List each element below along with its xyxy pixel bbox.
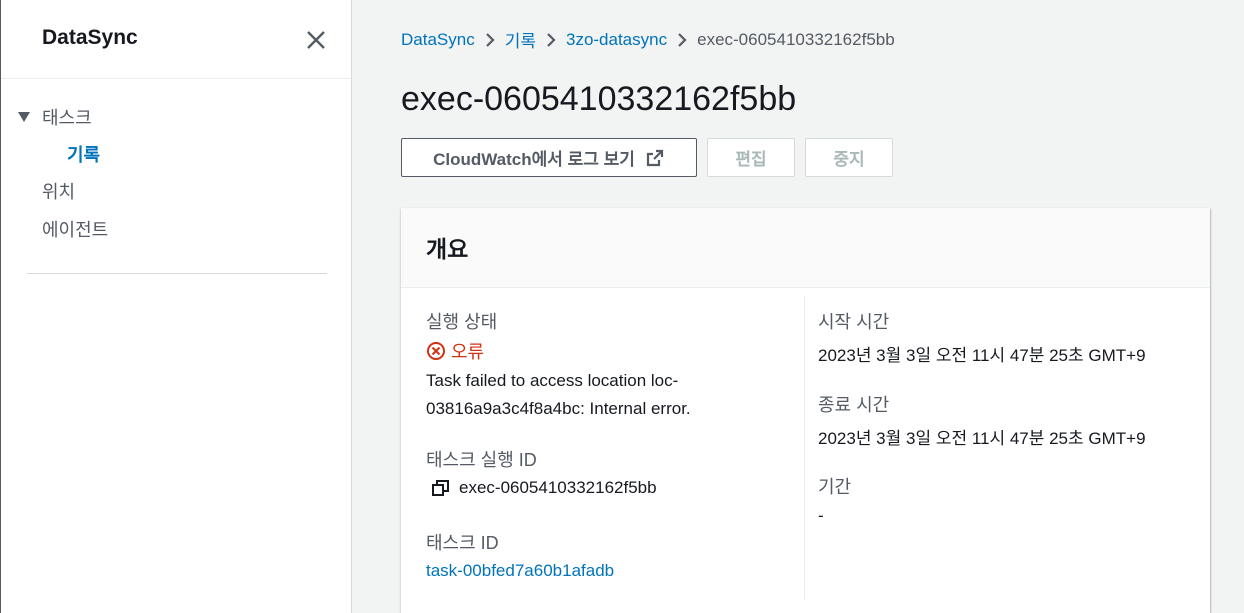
overview-header: 개요 — [401, 208, 1210, 288]
sidebar-item-agents[interactable]: 에이전트 — [42, 216, 108, 242]
status-value: 오류 — [451, 342, 485, 362]
breadcrumb-task[interactable]: 3zo-datasync — [566, 30, 667, 50]
error-icon — [427, 342, 445, 360]
side-navigation: DataSync 태스크 기록 위치 에이전트 — [0, 0, 352, 613]
start-time-label: 시작 시간 — [818, 312, 890, 332]
overview-title: 개요 — [426, 236, 469, 262]
column-divider — [804, 296, 805, 600]
execution-id-row: exec-0605410332162f5bb — [431, 478, 657, 498]
main-content: DataSync 기록 3zo-datasync exec-0605410332… — [352, 0, 1244, 613]
execution-id-label: 태스크 실행 ID — [426, 450, 537, 470]
end-time-value: 2023년 3월 3일 오전 11시 47분 25초 GMT+9 — [818, 429, 1146, 448]
edit-button[interactable]: 편집 — [707, 138, 795, 177]
duration-value: - — [818, 506, 824, 525]
sidebar-title[interactable]: DataSync — [42, 26, 138, 50]
chevron-right-icon — [536, 30, 566, 50]
breadcrumb-current: exec-0605410332162f5bb — [697, 29, 895, 49]
error-message: Task failed to access location loc-03816… — [426, 371, 691, 418]
close-icon[interactable] — [303, 27, 329, 53]
nav-divider — [27, 273, 327, 274]
end-time-label: 종료 시간 — [818, 395, 890, 415]
view-logs-cloudwatch-button[interactable]: CloudWatch에서 로그 보기 — [401, 138, 697, 177]
sidebar-item-history[interactable]: 기록 — [67, 141, 100, 167]
execution-id-value: exec-0605410332162f5bb — [459, 478, 657, 497]
page-title: exec-0605410332162f5bb — [401, 80, 797, 118]
overview-panel: 개요 실행 상태 오류 Task failed to access locati… — [401, 208, 1210, 613]
breadcrumb-history[interactable]: 기록 — [505, 27, 536, 52]
chevron-right-icon — [475, 30, 505, 50]
task-id-label: 태스크 ID — [426, 533, 499, 553]
breadcrumb: DataSync 기록 3zo-datasync exec-0605410332… — [401, 27, 895, 52]
copy-icon[interactable] — [431, 479, 451, 497]
status-label: 실행 상태 — [426, 312, 498, 332]
sidebar-header: DataSync — [1, 0, 351, 79]
stop-button[interactable]: 중지 — [805, 138, 893, 177]
external-link-icon — [646, 149, 664, 166]
caret-down-icon[interactable] — [17, 111, 31, 123]
status-badge: 오류 — [426, 338, 484, 364]
sidebar-item-locations[interactable]: 위치 — [42, 178, 75, 204]
duration-label: 기간 — [818, 477, 852, 497]
breadcrumb-datasync[interactable]: DataSync — [401, 30, 475, 50]
view-logs-label: CloudWatch에서 로그 보기 — [433, 150, 635, 169]
chevron-right-icon — [667, 30, 697, 50]
start-time-value: 2023년 3월 3일 오전 11시 47분 25초 GMT+9 — [818, 346, 1146, 365]
sidebar-item-tasks[interactable]: 태스크 — [42, 104, 92, 130]
task-id-link[interactable]: task-00bfed7a60b1afadb — [426, 561, 614, 581]
